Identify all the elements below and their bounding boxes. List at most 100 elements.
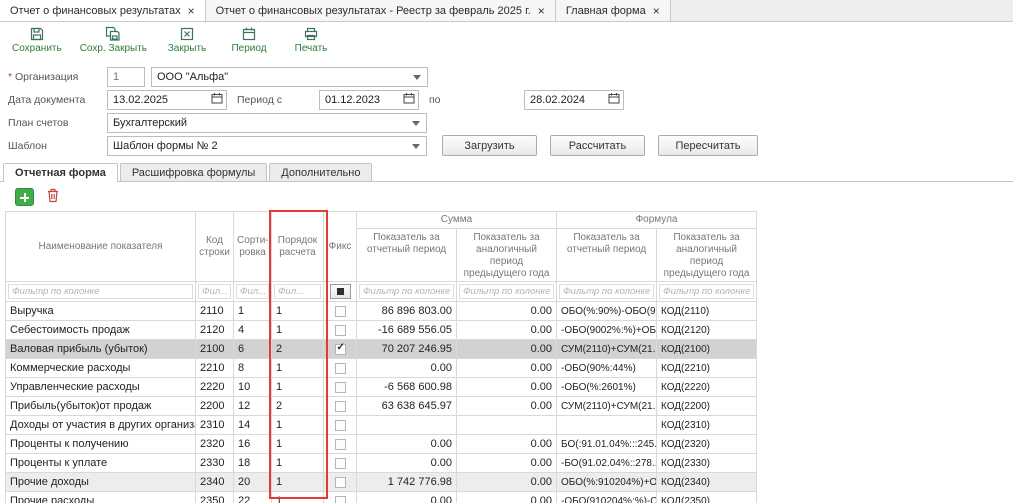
sum-report-column-header[interactable]: Показатель за отчетный период <box>357 229 457 282</box>
name-filter-input[interactable] <box>8 284 193 299</box>
cell-sum-report[interactable] <box>357 416 457 435</box>
cell-formula-report[interactable]: -ОБО(90%:44%) <box>557 359 657 378</box>
cell-formula-prev[interactable]: КОД(2350) <box>657 492 757 503</box>
tab-report-form[interactable]: Отчетная форма <box>3 163 118 182</box>
cell-formula-prev[interactable]: КОД(2340) <box>657 473 757 492</box>
cell-order[interactable]: 1 <box>272 302 324 321</box>
formula-report-filter-input[interactable] <box>559 284 654 299</box>
table-row[interactable]: Прочие доходы23402011 742 776.980.00ОБО(… <box>6 473 757 492</box>
cell-fix[interactable] <box>324 302 357 321</box>
cell-order[interactable]: 1 <box>272 435 324 454</box>
table-row[interactable]: Себестоимость продаж212041-16 689 556.05… <box>6 321 757 340</box>
print-button[interactable]: Печать <box>289 26 333 57</box>
cell-sort[interactable]: 6 <box>234 340 272 359</box>
cell-formula-report[interactable]: -БО(91.02.04%::278... <box>557 454 657 473</box>
cell-sum-prev[interactable]: 0.00 <box>457 454 557 473</box>
cell-name[interactable]: Проценты к получению <box>6 435 196 454</box>
order-column-header[interactable]: Порядок расчета <box>272 212 324 282</box>
fix-checkbox[interactable] <box>335 458 346 469</box>
cell-code[interactable]: 2340 <box>196 473 234 492</box>
cell-formula-prev[interactable]: КОД(2120) <box>657 321 757 340</box>
cell-sum-prev[interactable]: 0.00 <box>457 397 557 416</box>
table-row[interactable]: Проценты к получению23201610.000.00БО(:9… <box>6 435 757 454</box>
cell-formula-prev[interactable]: КОД(2320) <box>657 435 757 454</box>
cell-sum-report[interactable]: 0.00 <box>357 435 457 454</box>
cell-code[interactable]: 2100 <box>196 340 234 359</box>
doc-date-input[interactable]: 13.02.2025 <box>107 90 227 110</box>
cell-name[interactable]: Прочие расходы <box>6 492 196 503</box>
cell-order[interactable]: 1 <box>272 321 324 340</box>
cell-formula-report[interactable]: СУМ(2110)+СУМ(21... <box>557 340 657 359</box>
cell-sum-report[interactable]: 70 207 246.95 <box>357 340 457 359</box>
cell-sum-report[interactable]: 63 638 645.97 <box>357 397 457 416</box>
cell-sort[interactable]: 10 <box>234 378 272 397</box>
cell-sum-prev[interactable]: 0.00 <box>457 492 557 503</box>
period-button[interactable]: Период <box>227 26 271 57</box>
cell-order[interactable]: 2 <box>272 340 324 359</box>
order-filter-input[interactable] <box>274 284 321 299</box>
fix-checkbox[interactable] <box>335 401 346 412</box>
cell-formula-report[interactable] <box>557 416 657 435</box>
cell-name[interactable]: Валовая прибыль (убыток) <box>6 340 196 359</box>
sort-filter-input[interactable] <box>236 284 269 299</box>
cell-code[interactable]: 2350 <box>196 492 234 503</box>
cell-formula-prev[interactable]: КОД(2310) <box>657 416 757 435</box>
organization-code-input[interactable]: 1 <box>107 67 145 87</box>
formula-report-column-header[interactable]: Показатель за отчетный период <box>557 229 657 282</box>
fix-checkbox[interactable] <box>335 477 346 488</box>
fix-checkbox[interactable] <box>335 496 346 503</box>
save-close-button[interactable]: Сохр. Закрыть <box>80 26 147 57</box>
table-row[interactable]: Выручка21101186 896 803.000.00ОБО(%:90%)… <box>6 302 757 321</box>
cell-name[interactable]: Прочие доходы <box>6 473 196 492</box>
tab-financial-results-register[interactable]: Отчет о финансовых результатах - Реестр … <box>206 0 556 21</box>
cell-order[interactable]: 2 <box>272 397 324 416</box>
name-column-header[interactable]: Наименование показателя <box>6 212 196 282</box>
close-button[interactable]: Закрыть <box>165 26 209 57</box>
cell-order[interactable]: 1 <box>272 492 324 503</box>
cell-fix[interactable] <box>324 454 357 473</box>
fix-checkbox[interactable] <box>335 325 346 336</box>
cell-sort[interactable]: 22 <box>234 492 272 503</box>
cell-formula-report[interactable]: -ОБО(%:2601%) <box>557 378 657 397</box>
cell-fix[interactable] <box>324 492 357 503</box>
cell-sum-report[interactable]: -6 568 600.98 <box>357 378 457 397</box>
cell-fix[interactable] <box>324 397 357 416</box>
sort-column-header[interactable]: Сорти-ровка <box>234 212 272 282</box>
cell-code[interactable]: 2310 <box>196 416 234 435</box>
save-button[interactable]: Сохранить <box>12 26 62 57</box>
cell-formula-prev[interactable]: КОД(2100) <box>657 340 757 359</box>
cell-fix[interactable] <box>324 416 357 435</box>
tab-main-form[interactable]: Главная форма × <box>556 0 671 21</box>
fix-checkbox[interactable] <box>335 306 346 317</box>
chart-of-accounts-select[interactable]: Бухгалтерский <box>107 113 427 133</box>
cell-code[interactable]: 2220 <box>196 378 234 397</box>
fix-checkbox[interactable] <box>335 363 346 374</box>
fix-checkbox[interactable] <box>335 382 346 393</box>
cell-code[interactable]: 2110 <box>196 302 234 321</box>
calendar-icon[interactable] <box>403 92 415 107</box>
cell-fix[interactable] <box>324 435 357 454</box>
cell-name[interactable]: Управленческие расходы <box>6 378 196 397</box>
tab-close-icon[interactable]: × <box>188 5 195 17</box>
cell-formula-report[interactable]: ОБО(%:90%)-ОБО(9... <box>557 302 657 321</box>
cell-fix[interactable] <box>324 321 357 340</box>
cell-order[interactable]: 1 <box>272 416 324 435</box>
cell-formula-report[interactable]: -ОБО(910204%:%)-С... <box>557 492 657 503</box>
cell-sort[interactable]: 4 <box>234 321 272 340</box>
cell-sum-prev[interactable]: 0.00 <box>457 473 557 492</box>
period-to-input[interactable]: 28.02.2024 <box>524 90 624 110</box>
cell-sum-report[interactable]: 0.00 <box>357 359 457 378</box>
formula-prev-column-header[interactable]: Показатель за аналогичный период предыду… <box>657 229 757 282</box>
cell-name[interactable]: Прибыль(убыток)от продаж <box>6 397 196 416</box>
table-row[interactable]: Прибыль(убыток)от продаж220012263 638 64… <box>6 397 757 416</box>
cell-sum-prev[interactable]: 0.00 <box>457 321 557 340</box>
cell-formula-prev[interactable]: КОД(2330) <box>657 454 757 473</box>
cell-sort[interactable]: 12 <box>234 397 272 416</box>
template-select[interactable]: Шаблон формы № 2 <box>107 136 427 156</box>
code-filter-input[interactable] <box>198 284 231 299</box>
cell-formula-report[interactable]: СУМ(2110)+СУМ(21... <box>557 397 657 416</box>
cell-sum-prev[interactable]: 0.00 <box>457 340 557 359</box>
cell-sum-report[interactable]: 1 742 776.98 <box>357 473 457 492</box>
cell-sum-prev[interactable]: 0.00 <box>457 435 557 454</box>
cell-name[interactable]: Коммерческие расходы <box>6 359 196 378</box>
